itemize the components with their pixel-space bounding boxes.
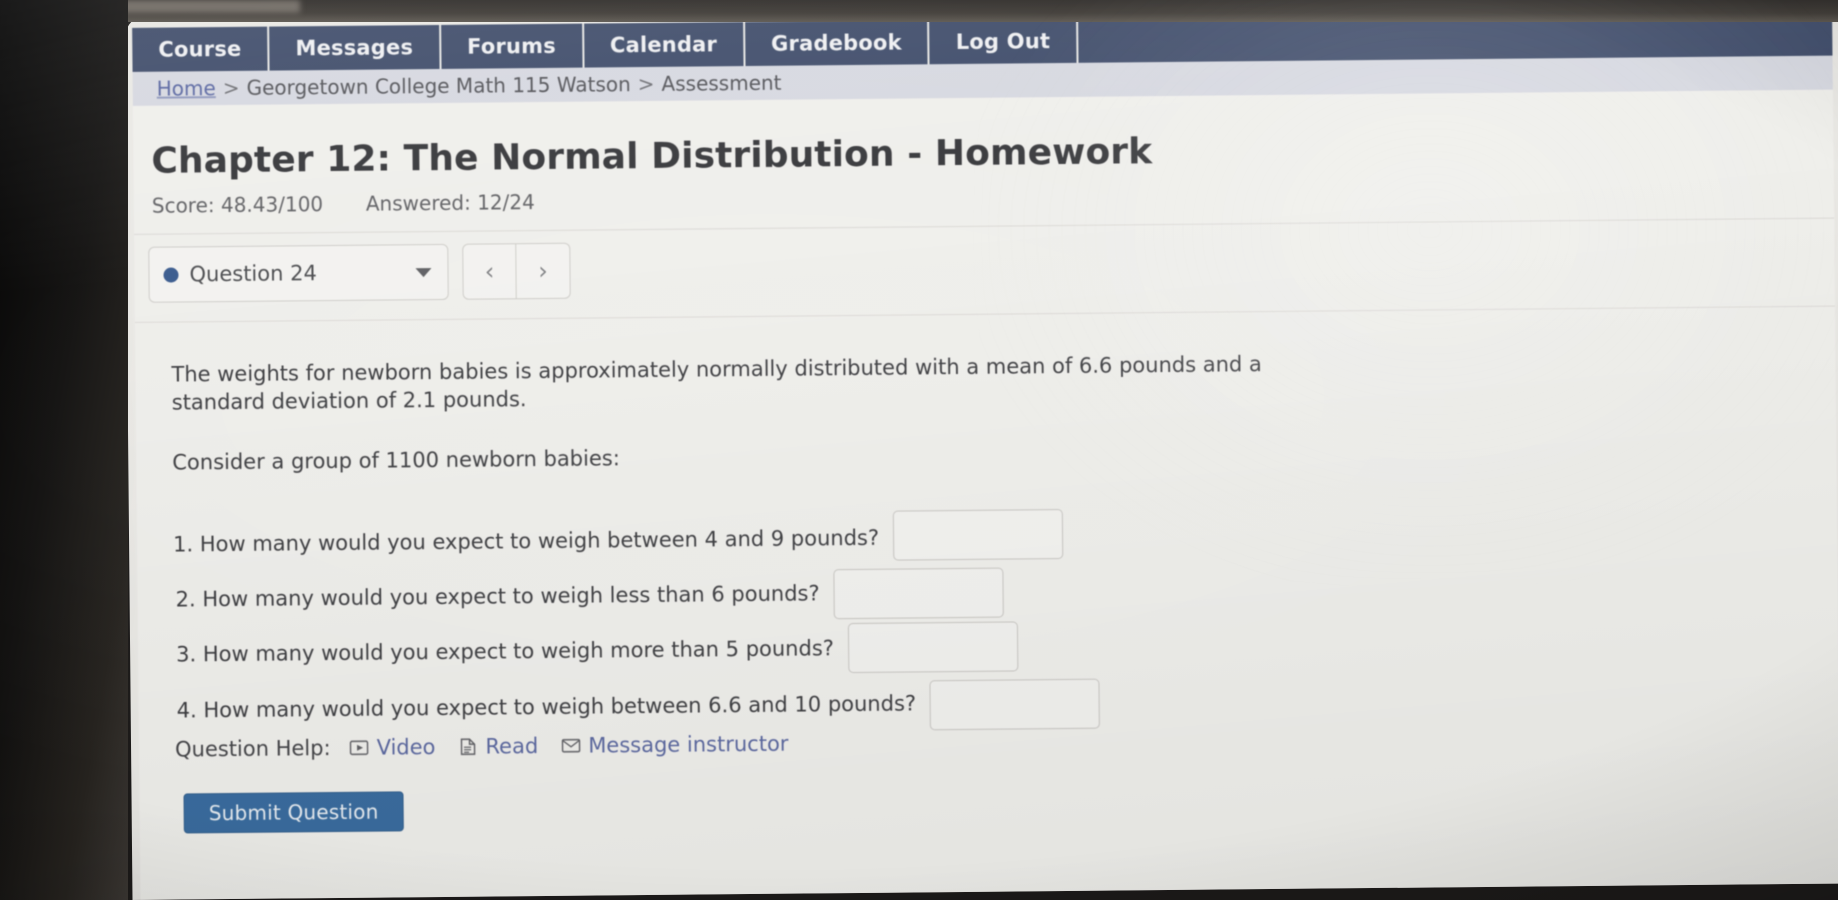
page-title: Chapter 12: The Normal Distribution - Ho…: [151, 131, 1153, 182]
assessment-content: Chapter 12: The Normal Distribution - Ho…: [132, 89, 1838, 900]
question-part-2-label: 2. How many would you expect to weigh le…: [175, 581, 820, 612]
question-part-3-label: 3. How many would you expect to weigh mo…: [176, 636, 835, 667]
question-body: The weights for newborn babies is approx…: [171, 349, 1471, 731]
help-link-message-instructor[interactable]: Message instructor: [560, 731, 789, 758]
question-part-2: 2. How many would you expect to weigh le…: [175, 566, 1004, 626]
help-link-message-instructor-label: Message instructor: [588, 731, 789, 758]
previous-question-button[interactable]: ‹: [462, 243, 517, 300]
question-part-3: 3. How many would you expect to weigh mo…: [176, 621, 1019, 679]
browser-viewport: Course Messages Forums Calendar Gradeboo…: [124, 0, 1838, 900]
question-intro-text: The weights for newborn babies is approx…: [171, 352, 1262, 415]
question-help-label: Question Help:: [174, 736, 331, 762]
nav-item-logout[interactable]: Log Out: [929, 18, 1079, 65]
question-part-1: 1. How many would you expect to weigh be…: [172, 509, 1064, 568]
breadcrumb-separator-2: >: [637, 71, 655, 97]
help-link-read[interactable]: Read: [457, 734, 538, 759]
breadcrumb-home[interactable]: Home: [157, 76, 216, 101]
question-navigation-bar: Question 24 ‹ ›: [148, 242, 571, 303]
question-select-label: Question 24: [189, 261, 317, 287]
answer-input-1[interactable]: [892, 509, 1064, 561]
question-status-dot-icon: [163, 266, 179, 283]
question-select-dropdown[interactable]: Question 24: [148, 243, 449, 303]
nav-item-forums[interactable]: Forums: [440, 23, 585, 69]
question-group-text: Consider a group of 1100 newborn babies:: [172, 446, 620, 475]
question-part-4-label: 4. How many would you expect to weigh be…: [176, 691, 917, 723]
answer-input-2[interactable]: [833, 567, 1004, 620]
play-video-icon: [349, 737, 370, 758]
nav-item-course[interactable]: Course: [132, 26, 270, 72]
chevron-down-icon: [415, 267, 432, 277]
help-link-video[interactable]: Video: [349, 735, 436, 760]
answered-value: Answered: 12/24: [365, 190, 535, 216]
score-summary: Score: 48.43/100 Answered: 12/24: [152, 190, 535, 218]
score-value: Score: 48.43/100: [151, 192, 324, 218]
monitor-photo: Course Messages Forums Calendar Gradeboo…: [0, 0, 1838, 900]
help-link-video-label: Video: [376, 735, 436, 760]
submit-question-button[interactable]: Submit Question: [183, 791, 404, 834]
monitor-bezel-highlight: [120, 0, 300, 13]
answer-input-4[interactable]: [929, 678, 1101, 731]
next-question-button[interactable]: ›: [516, 242, 571, 300]
help-link-read-label: Read: [485, 734, 539, 759]
envelope-icon: [560, 735, 581, 756]
answer-input-3[interactable]: [847, 621, 1019, 674]
breadcrumb-current: Assessment: [661, 70, 782, 96]
question-part-4: 4. How many would you expect to weigh be…: [176, 675, 1101, 738]
question-part-1-label: 1. How many would you expect to weigh be…: [172, 525, 880, 557]
nav-item-calendar[interactable]: Calendar: [583, 22, 746, 68]
breadcrumb-course[interactable]: Georgetown College Math 115 Watson: [246, 72, 630, 100]
lms-page: Course Messages Forums Calendar Gradeboo…: [124, 0, 1838, 900]
prev-next-group: ‹ ›: [462, 242, 571, 300]
document-read-icon: [457, 736, 478, 757]
monitor-bezel-top: [110, 0, 1838, 22]
nav-item-gradebook[interactable]: Gradebook: [744, 20, 930, 67]
nav-item-messages[interactable]: Messages: [269, 24, 442, 71]
monitor-bezel-left: [0, 0, 128, 900]
breadcrumb-separator-1: >: [222, 75, 240, 101]
divider-top: [134, 217, 1835, 235]
divider-middle: [134, 305, 1835, 323]
question-help-row: Question Help: Video Read Message instru…: [174, 731, 811, 762]
